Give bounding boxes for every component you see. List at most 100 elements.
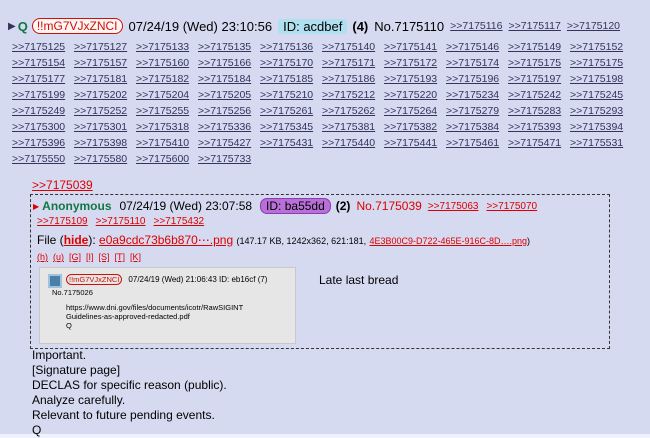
reply-link[interactable]: >>7175471 xyxy=(508,137,564,149)
reply-link[interactable]: >>7175600 xyxy=(136,153,192,165)
reply-link[interactable]: >>7175293 xyxy=(570,105,626,117)
reply-link[interactable]: >>7175152 xyxy=(570,41,626,53)
reply-link[interactable]: >>7175116 xyxy=(450,20,502,32)
post-number[interactable]: No.7175110 xyxy=(374,19,444,34)
reply-link[interactable]: >>7175441 xyxy=(384,137,440,149)
reply-link[interactable]: >>7175440 xyxy=(322,137,378,149)
reply-link[interactable]: >>7175242 xyxy=(508,89,564,101)
reply-link[interactable]: >>7175127 xyxy=(74,41,130,53)
poster-id-badge[interactable]: ID: acdbef xyxy=(278,18,348,34)
reply-link[interactable]: >>7175135 xyxy=(198,41,254,53)
reply-link[interactable]: >>7175175 xyxy=(508,57,564,69)
reply-link[interactable]: >>7175255 xyxy=(136,105,192,117)
quoted-id-badge[interactable]: ID: ba55dd xyxy=(260,198,331,214)
reply-link[interactable]: >>7175393 xyxy=(508,121,564,133)
reply-link[interactable]: >>7175220 xyxy=(384,89,440,101)
reply-link[interactable]: >>7175384 xyxy=(446,121,502,133)
reply-link[interactable]: >>7175202 xyxy=(74,89,130,101)
reply-link[interactable]: >>7175146 xyxy=(446,41,502,53)
quoted-reply-link[interactable]: >>7175063 xyxy=(428,201,479,212)
reply-link[interactable]: >>7175252 xyxy=(74,105,130,117)
reply-link[interactable]: >>7175136 xyxy=(260,41,316,53)
tool-u-link[interactable]: (u) xyxy=(53,252,64,262)
hide-file-link[interactable]: hide xyxy=(64,233,89,247)
tool-h-link[interactable]: (h) xyxy=(37,252,48,262)
reply-link[interactable]: >>7175120 xyxy=(567,20,620,32)
quoted-reply-link[interactable]: >>7175070 xyxy=(486,201,537,212)
reply-link[interactable]: >>7175550 xyxy=(12,153,68,165)
quoted-menu-arrow-icon[interactable]: ▶ xyxy=(33,202,39,211)
quoted-reply-link[interactable]: >>7175109 xyxy=(37,216,88,227)
reply-link[interactable]: >>7175345 xyxy=(260,121,316,133)
reply-link[interactable]: >>7175398 xyxy=(74,137,130,149)
reply-link[interactable]: >>7175185 xyxy=(260,73,316,85)
reply-link[interactable]: >>7175279 xyxy=(446,105,502,117)
reply-link[interactable]: >>7175196 xyxy=(446,73,502,85)
tool-t-link[interactable]: [T] xyxy=(115,252,126,262)
quote-link[interactable]: >>7175039 xyxy=(32,178,93,192)
reply-link[interactable]: >>7175174 xyxy=(446,57,502,69)
reply-link[interactable]: >>7175410 xyxy=(136,137,192,149)
file-name-link[interactable]: e0a9cdc73b6b870⋯.png xyxy=(99,233,233,247)
reply-link[interactable]: >>7175157 xyxy=(74,57,130,69)
reply-link[interactable]: >>7175154 xyxy=(12,57,68,69)
reply-link[interactable]: >>7175381 xyxy=(322,121,378,133)
reply-link[interactable]: >>7175175 xyxy=(570,57,626,69)
reply-link[interactable]: >>7175182 xyxy=(136,73,192,85)
reply-link[interactable]: >>7175461 xyxy=(446,137,502,149)
original-filename-link[interactable]: 4E3B00C9-D722-465E-916C-8D….png xyxy=(369,236,527,246)
reply-link[interactable]: >>7175198 xyxy=(570,73,626,85)
reply-link[interactable]: >>7175160 xyxy=(136,57,192,69)
reply-link[interactable]: >>7175171 xyxy=(322,57,378,69)
reply-link[interactable]: >>7175261 xyxy=(260,105,316,117)
reply-link[interactable]: >>7175125 xyxy=(12,41,68,53)
quoted-reply-link[interactable]: >>7175110 xyxy=(96,216,146,227)
tool-i-link[interactable]: [I] xyxy=(86,252,94,262)
reply-link[interactable]: >>7175170 xyxy=(260,57,316,69)
reply-link[interactable]: >>7175318 xyxy=(136,121,192,133)
reply-link[interactable]: >>7175256 xyxy=(198,105,254,117)
reply-link[interactable]: >>7175141 xyxy=(384,41,440,53)
reply-link[interactable]: >>7175396 xyxy=(12,137,68,149)
reply-link[interactable]: >>7175210 xyxy=(260,89,316,101)
reply-link[interactable]: >>7175394 xyxy=(570,121,626,133)
reply-link[interactable]: >>7175205 xyxy=(198,89,254,101)
reply-link[interactable]: >>7175140 xyxy=(322,41,378,53)
reply-link[interactable]: >>7175264 xyxy=(384,105,440,117)
tool-k-link[interactable]: [K] xyxy=(130,252,141,262)
reply-link[interactable]: >>7175117 xyxy=(509,20,561,32)
reply-link[interactable]: >>7175301 xyxy=(74,121,130,133)
quoted-reply-link[interactable]: >>7175432 xyxy=(154,216,205,227)
tool-g-link[interactable]: [G] xyxy=(69,252,81,262)
reply-link[interactable]: >>7175166 xyxy=(198,57,254,69)
post-menu-arrow-icon[interactable]: ▶ xyxy=(8,21,16,32)
reply-link[interactable]: >>7175249 xyxy=(12,105,68,117)
reply-link[interactable]: >>7175204 xyxy=(136,89,192,101)
tool-s-link[interactable]: [S] xyxy=(99,252,110,262)
reply-link[interactable]: >>7175197 xyxy=(508,73,564,85)
reply-link[interactable]: >>7175733 xyxy=(198,153,254,165)
reply-link[interactable]: >>7175212 xyxy=(322,89,378,101)
reply-link[interactable]: >>7175427 xyxy=(198,137,254,149)
quoted-number[interactable]: No.7175039 xyxy=(356,199,421,213)
reply-link[interactable]: >>7175431 xyxy=(260,137,316,149)
post-image-thumbnail[interactable]: !!mG7VJxZNCI 07/24/19 (Wed) 21:06:43 ID:… xyxy=(39,267,296,344)
reply-link[interactable]: >>7175262 xyxy=(322,105,378,117)
reply-link[interactable]: >>7175186 xyxy=(322,73,378,85)
reply-link[interactable]: >>7175300 xyxy=(12,121,68,133)
reply-link[interactable]: >>7175531 xyxy=(570,137,626,149)
reply-link[interactable]: >>7175382 xyxy=(384,121,440,133)
reply-link[interactable]: >>7175172 xyxy=(384,57,440,69)
reply-link[interactable]: >>7175245 xyxy=(570,89,626,101)
reply-link[interactable]: >>7175234 xyxy=(446,89,502,101)
reply-link[interactable]: >>7175177 xyxy=(12,73,68,85)
reply-link[interactable]: >>7175199 xyxy=(12,89,68,101)
reply-link[interactable]: >>7175336 xyxy=(198,121,254,133)
reply-link[interactable]: >>7175193 xyxy=(384,73,440,85)
reply-link[interactable]: >>7175149 xyxy=(508,41,564,53)
reply-link[interactable]: >>7175283 xyxy=(508,105,564,117)
reply-link[interactable]: >>7175184 xyxy=(198,73,254,85)
reply-link[interactable]: >>7175580 xyxy=(74,153,130,165)
reply-link[interactable]: >>7175181 xyxy=(74,73,130,85)
reply-link[interactable]: >>7175133 xyxy=(136,41,192,53)
